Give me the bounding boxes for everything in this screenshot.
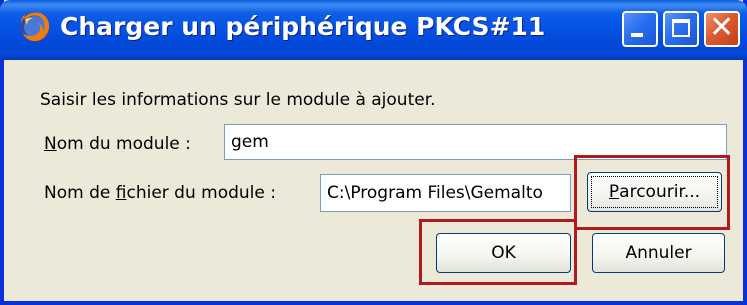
close-icon: ✕	[709, 10, 735, 45]
minimize-icon	[631, 33, 643, 37]
module-file-label-prefix: Nom de	[44, 183, 116, 203]
module-name-label-text: om du module :	[56, 134, 191, 154]
module-name-input[interactable]	[224, 124, 727, 160]
close-button[interactable]: ✕	[704, 10, 740, 47]
firefox-icon	[20, 12, 50, 42]
browse-access-key: P	[608, 182, 620, 202]
instruction-text: Saisir les informations sur le module à …	[40, 90, 436, 110]
dialog-window: Charger un périphérique PKCS#11 ✕ Saisir…	[0, 0, 747, 305]
module-name-label: Nom du module :	[44, 134, 191, 154]
browse-button[interactable]: Parcourir...	[587, 172, 722, 212]
module-file-input[interactable]	[320, 174, 571, 212]
ok-button[interactable]: OK	[436, 233, 571, 273]
module-name-access-key: N	[44, 134, 57, 154]
browse-label: arcourir...	[619, 182, 701, 202]
minimize-button[interactable]	[622, 11, 658, 47]
cancel-button[interactable]: Annuler	[592, 233, 725, 273]
window-title: Charger un périphérique PKCS#11	[60, 12, 546, 41]
maximize-icon	[672, 19, 690, 37]
module-file-access-key: f	[115, 183, 127, 203]
module-file-label-suffix: ichier du module :	[126, 183, 276, 203]
module-file-label: Nom de fichier du module :	[44, 183, 276, 203]
title-bar[interactable]: Charger un périphérique PKCS#11 ✕	[0, 0, 747, 60]
maximize-button[interactable]	[663, 11, 699, 47]
